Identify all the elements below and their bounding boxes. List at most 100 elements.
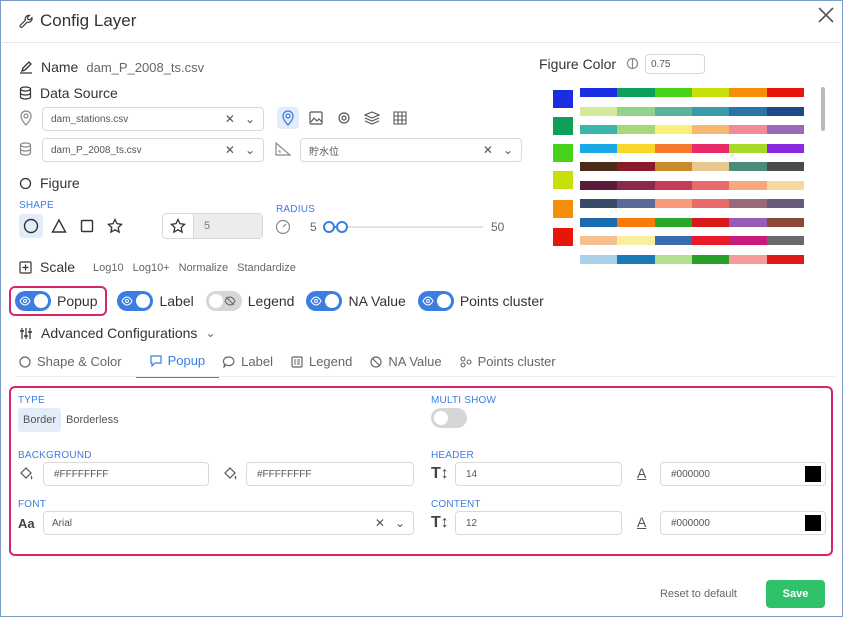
tabs-divider — [15, 376, 835, 377]
radius-slider[interactable] — [323, 221, 483, 233]
slider-handle-min[interactable] — [323, 221, 335, 233]
color-swatch[interactable] — [553, 228, 573, 246]
chevron-down-icon[interactable]: ⌄ — [395, 516, 405, 530]
chevron-down-icon[interactable]: ⌄ — [245, 143, 255, 157]
shape-square-icon[interactable] — [75, 214, 99, 238]
header-label: HEADER — [431, 450, 474, 461]
layers-icon[interactable] — [361, 107, 383, 129]
font-color-icon: A — [637, 465, 647, 481]
clear-icon[interactable]: ✕ — [225, 143, 235, 157]
grid-layer-icon[interactable] — [389, 107, 411, 129]
shape-star-icon[interactable] — [103, 214, 127, 238]
color-swatch[interactable] — [553, 200, 573, 218]
name-row: Name dam_P_2008_ts.csv — [19, 59, 204, 75]
name-value: dam_P_2008_ts.csv — [86, 59, 205, 75]
color-swatch[interactable] — [553, 117, 573, 135]
tab-points-cluster[interactable]: Points cluster — [456, 353, 570, 378]
header-size-input[interactable]: 14 — [455, 462, 622, 486]
palette-row[interactable] — [580, 106, 804, 116]
points-cluster-toggle[interactable] — [417, 291, 454, 311]
reset-to-default-button[interactable]: Reset to default — [660, 588, 737, 600]
content-label: CONTENT — [431, 499, 481, 510]
point-layer-icon[interactable] — [277, 107, 299, 129]
palette-row[interactable] — [580, 217, 804, 227]
palette-scrollbar[interactable] — [821, 87, 825, 131]
tab-legend[interactable]: Legend — [287, 353, 366, 378]
image-layer-icon[interactable] — [305, 107, 327, 129]
scale-option-normalize[interactable]: Normalize — [179, 262, 229, 274]
palette-cell — [580, 125, 618, 134]
label-toggle[interactable] — [117, 291, 154, 311]
scale-option-log10plus[interactable]: Log10+ — [133, 262, 170, 274]
scale-option-standardize[interactable]: Standardize — [237, 262, 296, 274]
header-color-input[interactable]: #000000 — [660, 462, 826, 486]
slider-handle-max[interactable] — [336, 221, 348, 233]
header-color-swatch[interactable] — [805, 466, 821, 482]
close-icon[interactable] — [814, 3, 838, 27]
palette-row[interactable] — [580, 88, 804, 97]
data-select[interactable]: dam_P_2008_ts.csv ✕ ⌄ — [42, 138, 264, 162]
color-swatch[interactable] — [553, 171, 573, 189]
clear-icon[interactable]: ✕ — [375, 516, 385, 530]
plus-square-icon — [19, 260, 32, 274]
font-select[interactable]: Arial ✕ ⌄ — [43, 511, 414, 535]
na-value-toggle[interactable] — [306, 291, 343, 311]
palette-cell — [691, 143, 730, 153]
palette-row[interactable] — [580, 236, 804, 245]
palette-cell — [617, 88, 655, 97]
legend-toggle[interactable] — [205, 291, 242, 311]
scale-option-log10[interactable]: Log10 — [93, 262, 124, 274]
chevron-down-icon[interactable]: ⌄ — [245, 112, 255, 126]
type-label: TYPE — [18, 395, 45, 406]
type-option-borderless[interactable]: Borderless — [61, 408, 124, 432]
palette-row[interactable] — [580, 162, 804, 171]
type-option-border[interactable]: Border — [18, 408, 62, 432]
background-color-input-2[interactable]: #FFFFFFFF — [246, 462, 414, 486]
palette-row[interactable] — [580, 199, 804, 208]
color-palette — [580, 88, 804, 273]
tab-label[interactable]: Label — [219, 353, 287, 378]
palette-cell — [654, 254, 692, 264]
palette-cell — [617, 236, 655, 245]
figure-size-input[interactable]: 5 — [162, 213, 263, 239]
content-color-value: #000000 — [671, 517, 710, 529]
color-swatch[interactable] — [553, 90, 573, 108]
shape-circle-icon[interactable] — [19, 214, 43, 238]
popup-toggle[interactable] — [15, 291, 51, 311]
content-color-input[interactable]: #000000 — [660, 511, 826, 535]
palette-row[interactable] — [580, 254, 804, 264]
tab-popup[interactable]: Popup — [135, 353, 220, 378]
palette-cell — [580, 143, 618, 153]
save-button[interactable]: Save — [766, 580, 825, 608]
tab-na-value[interactable]: NA Value — [366, 353, 455, 378]
dialog-title-text: Config Layer — [40, 11, 137, 30]
dialog-title: Config Layer — [19, 11, 136, 31]
radius-max: 50 — [491, 220, 505, 234]
tab-shape-color[interactable]: Shape & Color — [15, 353, 136, 378]
database-icon — [19, 86, 32, 100]
name-label: Name — [41, 59, 79, 75]
radius-label: RADIUS — [276, 204, 315, 215]
shape-triangle-icon[interactable] — [47, 214, 71, 238]
gauge-icon — [275, 219, 291, 240]
multi-show-toggle[interactable] — [431, 408, 467, 428]
content-size-input[interactable]: 12 — [455, 511, 622, 535]
chevron-down-icon[interactable]: ⌄ — [503, 143, 513, 157]
background-color-input-1[interactable]: #FFFFFFFF — [43, 462, 209, 486]
palette-row[interactable] — [580, 125, 804, 134]
palette-row[interactable] — [580, 180, 804, 190]
clear-icon[interactable]: ✕ — [483, 143, 493, 157]
content-color-swatch[interactable] — [805, 515, 821, 531]
clear-icon[interactable]: ✕ — [225, 112, 235, 126]
palette-cell — [729, 125, 767, 134]
variable-select[interactable]: 貯水位 ✕ ⌄ — [300, 138, 522, 162]
palette-row[interactable] — [580, 143, 804, 153]
color-swatch[interactable] — [553, 144, 573, 162]
stations-select[interactable]: dam_stations.csv ✕ ⌄ — [42, 107, 264, 131]
opacity-input[interactable]: 0.75 — [645, 54, 705, 74]
advanced-config-toggle[interactable]: Advanced Configurations ⌄ — [19, 325, 216, 341]
target-layer-icon[interactable] — [333, 107, 355, 129]
na-value-toggle-group: NA Value — [306, 291, 406, 311]
tab-label: Shape & Color — [37, 354, 122, 369]
shape-options — [19, 214, 127, 238]
